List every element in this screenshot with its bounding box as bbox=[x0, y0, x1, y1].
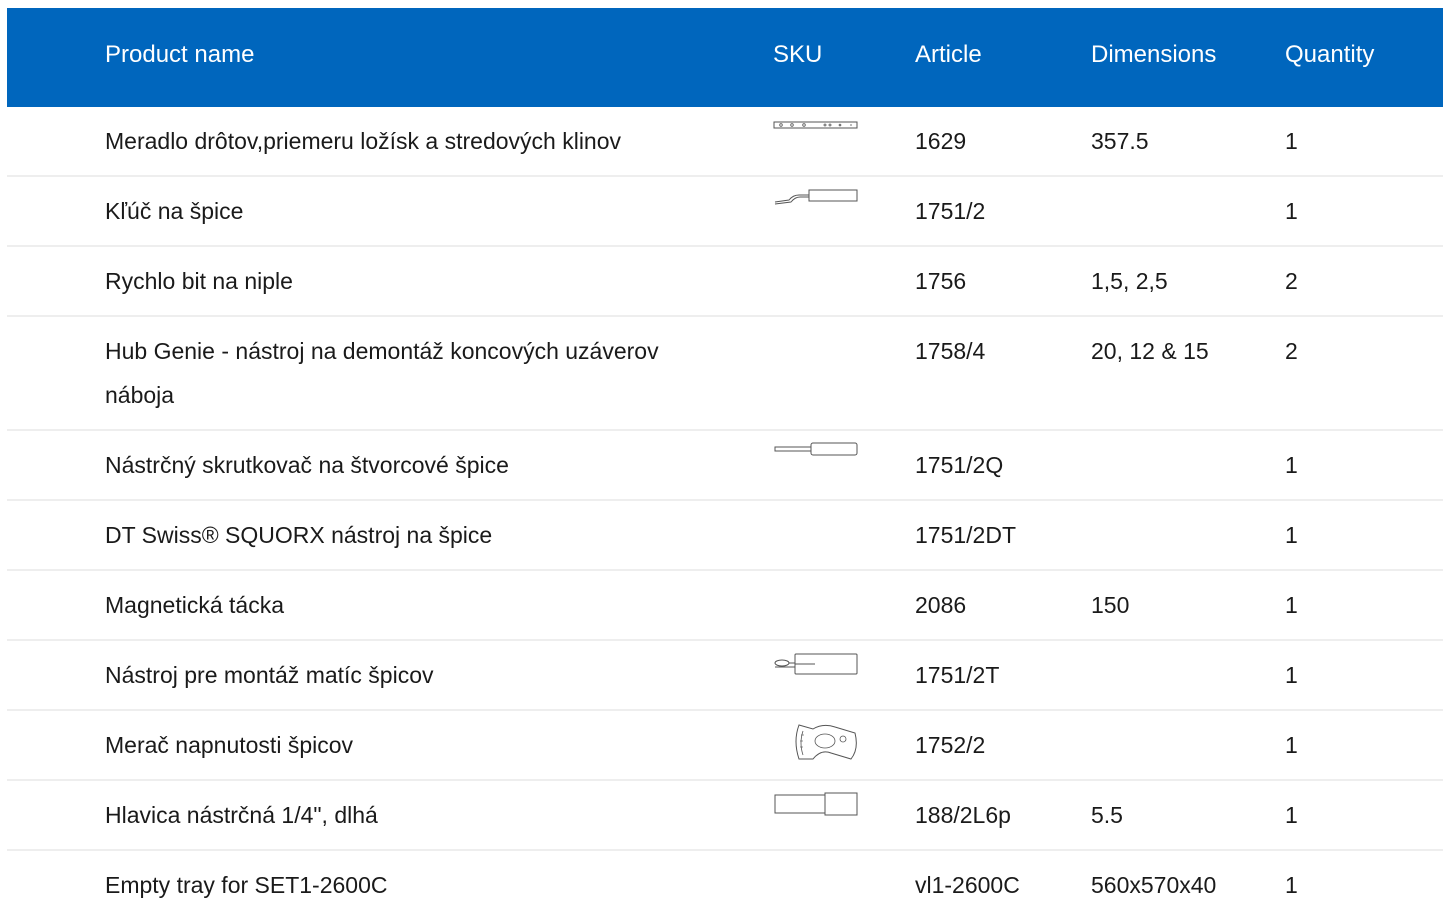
quantity: 1 bbox=[1285, 522, 1298, 548]
article: 1629 bbox=[915, 128, 967, 154]
product-name: Meradlo drôtov,priemeru ložísk a stredov… bbox=[105, 128, 622, 154]
product-name: Nástroj pre montáž matíc špicov bbox=[105, 662, 434, 688]
article: 2086 bbox=[915, 592, 967, 618]
article: 1751/2Q bbox=[915, 452, 1004, 478]
quantity: 1 bbox=[1285, 128, 1298, 154]
dimensions: 357.5 bbox=[1091, 128, 1149, 154]
product-name: Empty tray for SET1-2600C bbox=[105, 872, 388, 898]
table-row: Hlavica nástrčná 1/4", dlhá 188/2L6p 5.5… bbox=[7, 781, 1443, 851]
table-row: Empty tray for SET1-2600C vl1-2600C 560x… bbox=[7, 851, 1443, 911]
quantity: 1 bbox=[1285, 452, 1298, 478]
header-quantity: Quantity bbox=[1285, 41, 1375, 68]
product-table: Product name SKU Article Dimensions Quan… bbox=[7, 8, 1443, 911]
article: 1751/2 bbox=[915, 198, 986, 224]
article: 1756 bbox=[915, 268, 967, 294]
product-name: DT Swiss® SQUORX nástroj na špice bbox=[105, 522, 493, 548]
dimensions: 20, 12 & 15 bbox=[1091, 338, 1209, 364]
nipple-tool-icon bbox=[773, 649, 859, 693]
table-row: Nástroj pre montáž matíc špicov 1751/2T … bbox=[7, 641, 1443, 711]
article: 1751/2DT bbox=[915, 522, 1017, 548]
table-header: Product name SKU Article Dimensions Quan… bbox=[7, 8, 1443, 107]
product-name: Rychlo bit na niple bbox=[105, 268, 293, 294]
tension-meter-icon bbox=[773, 719, 859, 763]
header-sku: SKU bbox=[773, 41, 823, 68]
product-name: Nástrčný skrutkovač na štvorcové špice bbox=[105, 452, 509, 478]
dimensions: 5.5 bbox=[1091, 802, 1123, 828]
table-row: Hub Genie - nástroj na demontáž koncovýc… bbox=[7, 317, 1443, 431]
table-row: Merač napnutosti špicov 1752/2 1 bbox=[7, 711, 1443, 781]
table-row: DT Swiss® SQUORX nástroj na špice 1751/2… bbox=[7, 501, 1443, 571]
article: 1758/4 bbox=[915, 338, 986, 364]
table-row: Kľúč na špice 1751/2 1 bbox=[7, 177, 1443, 247]
header-dimensions: Dimensions bbox=[1091, 41, 1217, 68]
spoke-wrench-icon bbox=[773, 185, 859, 229]
quantity: 2 bbox=[1285, 338, 1298, 364]
header-product-name: Product name bbox=[105, 41, 255, 68]
table-row: Meradlo drôtov,priemeru ložísk a stredov… bbox=[7, 107, 1443, 177]
screwdriver-icon bbox=[773, 439, 859, 483]
article: vl1-2600C bbox=[915, 872, 1020, 898]
quantity: 1 bbox=[1285, 592, 1298, 618]
quantity: 1 bbox=[1285, 802, 1298, 828]
header-article: Article bbox=[915, 41, 982, 68]
article: 188/2L6p bbox=[915, 802, 1011, 828]
product-name: Merač napnutosti špicov bbox=[105, 732, 354, 758]
product-name: Magnetická tácka bbox=[105, 592, 284, 618]
table-row: Magnetická tácka 2086 150 1 bbox=[7, 571, 1443, 641]
quantity: 1 bbox=[1285, 732, 1298, 758]
article: 1752/2 bbox=[915, 732, 986, 758]
article: 1751/2T bbox=[915, 662, 1000, 688]
table-row: Nástrčný skrutkovač na štvorcové špice 1… bbox=[7, 431, 1443, 501]
ruler-gauge-icon bbox=[773, 115, 859, 159]
dimensions: 560x570x40 bbox=[1091, 872, 1217, 898]
quantity: 1 bbox=[1285, 198, 1298, 224]
product-name: Kľúč na špice bbox=[105, 198, 244, 224]
product-name: Hlavica nástrčná 1/4", dlhá bbox=[105, 802, 378, 828]
socket-icon bbox=[773, 789, 859, 833]
dimensions: 1,5, 2,5 bbox=[1091, 268, 1168, 294]
table-row: Rychlo bit na niple 1756 1,5, 2,5 2 bbox=[7, 247, 1443, 317]
product-name: Hub Genie - nástroj na demontáž koncovýc… bbox=[105, 338, 659, 408]
quantity: 2 bbox=[1285, 268, 1298, 294]
quantity: 1 bbox=[1285, 872, 1298, 898]
quantity: 1 bbox=[1285, 662, 1298, 688]
dimensions: 150 bbox=[1091, 592, 1130, 618]
